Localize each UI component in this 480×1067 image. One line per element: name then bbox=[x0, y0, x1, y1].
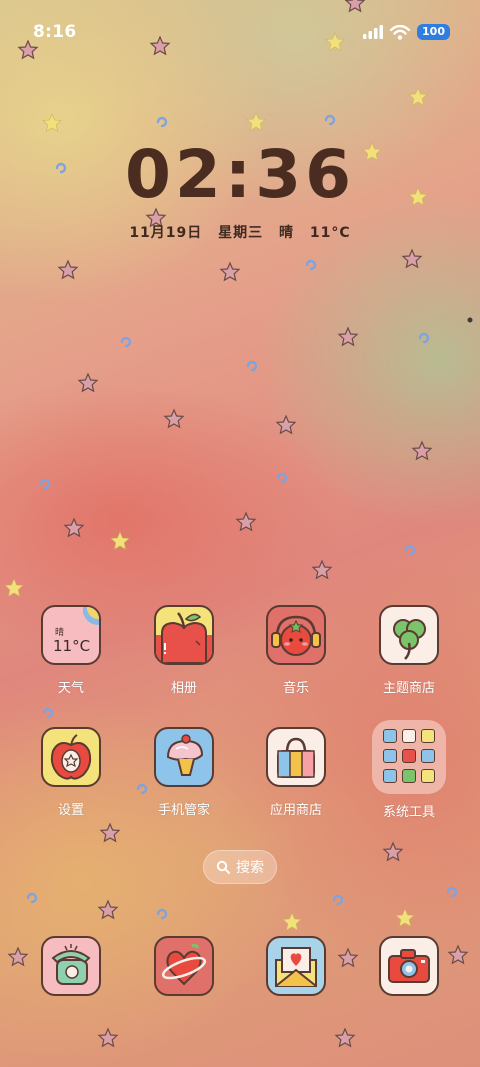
folder-mini-icon bbox=[421, 749, 435, 763]
clock-widget-time[interactable]: 02:36 bbox=[0, 136, 480, 213]
app-gallery[interactable]: 相册 bbox=[134, 605, 234, 725]
app-settings[interactable]: 设置 bbox=[21, 727, 121, 847]
app-theme-store[interactable]: 主题商店 bbox=[359, 605, 459, 725]
app-store[interactable]: 应用商店 bbox=[246, 727, 346, 847]
weekday-text: 星期三 bbox=[218, 225, 264, 241]
folder-system-tools[interactable]: 系统工具 bbox=[359, 720, 459, 847]
dock-phone[interactable] bbox=[21, 936, 121, 998]
apple-photo-icon bbox=[154, 605, 214, 665]
weather-icon: 晴 11°C bbox=[41, 605, 101, 665]
app-label: 相册 bbox=[170, 681, 197, 696]
folder-mini-icon bbox=[383, 769, 397, 783]
folder-mini-icon bbox=[383, 729, 397, 743]
bag-icon bbox=[266, 727, 326, 787]
date-text: 11月19日 bbox=[129, 225, 203, 241]
app-label: 系统工具 bbox=[382, 805, 435, 820]
dock-messages[interactable] bbox=[134, 936, 234, 998]
folder-icon bbox=[372, 720, 446, 794]
search-icon bbox=[216, 860, 230, 874]
clock-widget-date[interactable]: 11月19日 星期三 晴 11°C bbox=[0, 222, 480, 242]
battery-indicator: 100 bbox=[417, 24, 450, 40]
search-label: 搜索 bbox=[236, 860, 264, 876]
signal-icon bbox=[363, 25, 384, 39]
app-phone-manager[interactable]: 手机管家 bbox=[134, 727, 234, 847]
status-bar: 8:16 100 bbox=[0, 22, 480, 50]
weather-icon-temp: 11°C bbox=[53, 637, 91, 655]
app-label: 设置 bbox=[57, 803, 84, 818]
tomato-headphones-icon bbox=[266, 605, 326, 665]
app-label: 天气 bbox=[57, 681, 84, 696]
folder-mini-icon bbox=[402, 729, 416, 743]
folder-mini-icon bbox=[421, 769, 435, 783]
folder-mini-icon bbox=[383, 749, 397, 763]
folder-mini-icon bbox=[402, 749, 416, 763]
app-label: 手机管家 bbox=[157, 803, 210, 818]
status-time: 8:16 bbox=[33, 22, 77, 42]
status-icons: 100 bbox=[363, 24, 450, 40]
app-label: 音乐 bbox=[282, 681, 309, 696]
folder-mini-icon bbox=[421, 729, 435, 743]
temperature-text: 11°C bbox=[309, 225, 351, 241]
dock-mail[interactable] bbox=[246, 936, 346, 998]
app-weather[interactable]: 晴 11°C 天气 bbox=[21, 605, 121, 725]
phone-icon bbox=[41, 936, 101, 996]
wifi-icon bbox=[390, 24, 411, 40]
dock-camera[interactable] bbox=[359, 936, 459, 998]
folder-mini-icon bbox=[402, 769, 416, 783]
messages-icon bbox=[154, 936, 214, 996]
app-music[interactable]: 音乐 bbox=[246, 605, 346, 725]
app-label: 应用商店 bbox=[269, 803, 322, 818]
weather-text: 晴 bbox=[279, 225, 295, 241]
mail-icon bbox=[266, 936, 326, 996]
search-button[interactable]: 搜索 bbox=[203, 850, 277, 884]
cupcake-icon bbox=[154, 727, 214, 787]
clover-icon bbox=[379, 605, 439, 665]
camera-icon bbox=[379, 936, 439, 996]
app-label: 主题商店 bbox=[382, 681, 435, 696]
apple-settings-icon bbox=[41, 727, 101, 787]
